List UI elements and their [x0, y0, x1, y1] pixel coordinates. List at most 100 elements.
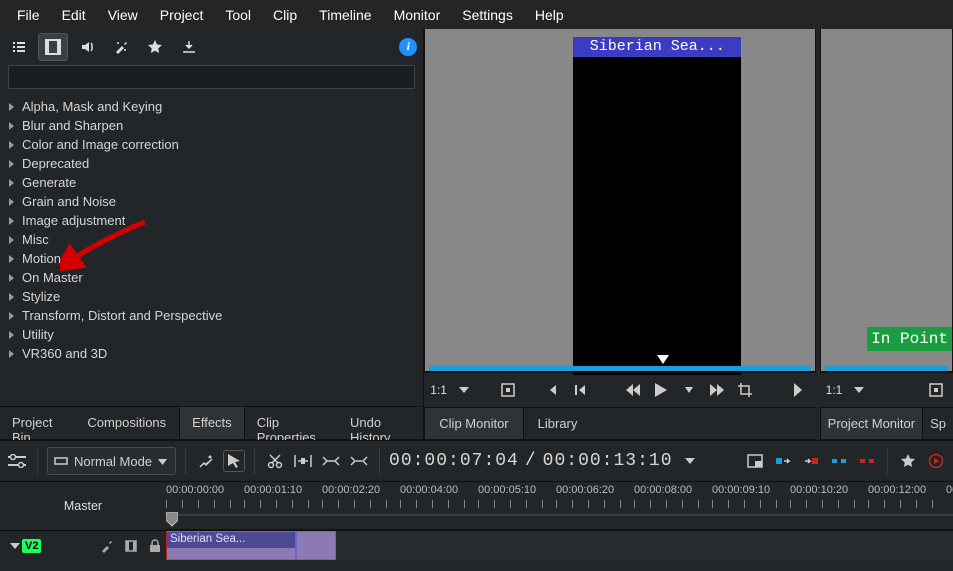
menu-clip[interactable]: Clip — [262, 2, 308, 28]
chevron-down-icon[interactable] — [10, 541, 20, 551]
effects-category[interactable]: Image adjustment — [8, 211, 415, 230]
ruler-tick: 00:00:02:20 — [322, 484, 380, 496]
menu-project[interactable]: Project — [149, 2, 215, 28]
effects-tree[interactable]: Alpha, Mask and Keying Blur and Sharpen … — [0, 93, 423, 406]
menu-view[interactable]: View — [97, 2, 149, 28]
effects-search-input[interactable] — [8, 65, 415, 89]
menu-tool[interactable]: Tool — [214, 2, 262, 28]
effects-category[interactable]: Color and Image correction — [8, 135, 415, 154]
effects-category[interactable]: Blur and Sharpen — [8, 116, 415, 135]
insert-icon[interactable] — [320, 450, 342, 472]
track-effects-icon[interactable] — [96, 535, 118, 557]
render-icon[interactable] — [925, 450, 947, 472]
extract-icon[interactable] — [856, 450, 878, 472]
ruler-tick: 00:00:12:00 — [868, 484, 926, 496]
edit-mode-combo[interactable]: Normal Mode — [47, 447, 176, 475]
skip-in-icon[interactable] — [541, 379, 563, 401]
step-back-icon[interactable] — [569, 379, 591, 401]
menu-timeline[interactable]: Timeline — [308, 2, 382, 28]
effects-icon[interactable] — [106, 33, 136, 61]
list-view-icon[interactable] — [4, 33, 34, 61]
timeline-clip[interactable]: Siberian Sea... — [166, 531, 296, 560]
effects-category[interactable]: Grain and Noise — [8, 192, 415, 211]
download-icon[interactable] — [174, 33, 204, 61]
info-icon[interactable]: i — [399, 38, 417, 56]
favorite-icon[interactable] — [140, 33, 170, 61]
play-dropdown-icon[interactable] — [678, 379, 700, 401]
chevron-right-icon — [8, 293, 18, 301]
playhead-line[interactable] — [166, 531, 167, 560]
clip-range-bar[interactable] — [429, 366, 810, 371]
effects-category[interactable]: Motion — [8, 249, 415, 268]
zone-out-icon[interactable] — [800, 450, 822, 472]
lift-icon[interactable] — [828, 450, 850, 472]
clip-monitor-viewport[interactable]: Siberian Sea... — [424, 29, 815, 372]
timeline-clip[interactable] — [296, 531, 336, 560]
timeline-ruler[interactable]: 00:00:00:00 00:00:01:10 00:00:02:20 00:0… — [166, 482, 953, 530]
favorite-effects-icon[interactable] — [897, 450, 919, 472]
menu-monitor[interactable]: Monitor — [383, 2, 452, 28]
effects-category[interactable]: Deprecated — [8, 154, 415, 173]
rewind-icon[interactable] — [622, 379, 644, 401]
playhead-marker-icon[interactable] — [657, 355, 669, 365]
menu-settings[interactable]: Settings — [451, 2, 524, 28]
ruler-tick: 00:00:00:00 — [166, 484, 224, 496]
tool-select-icon[interactable] — [223, 450, 245, 472]
effects-category[interactable]: On Master — [8, 268, 415, 287]
project-monitor-tabs: Project Monitor Sp — [820, 407, 953, 440]
track-header[interactable]: V2 — [0, 531, 166, 560]
crop-icon[interactable] — [734, 379, 756, 401]
zoom-dropdown-icon[interactable] — [453, 379, 475, 401]
tool-compositions-icon[interactable] — [195, 450, 217, 472]
next-icon[interactable] — [788, 379, 810, 401]
track-body[interactable]: Siberian Sea... — [166, 531, 953, 560]
proxy-icon[interactable] — [744, 450, 766, 472]
timecode-dropdown-icon[interactable] — [679, 450, 701, 472]
in-point-label: In Point — [867, 327, 952, 351]
ruler-tick: 00:00:08:00 — [634, 484, 692, 496]
timecode-display[interactable]: 00:00:07:04 / 00:00:13:10 — [389, 451, 672, 471]
tab-library[interactable]: Library — [524, 408, 592, 439]
film-view-icon[interactable] — [38, 33, 68, 61]
zoom-dropdown-icon[interactable] — [848, 379, 870, 401]
effects-category[interactable]: Utility — [8, 325, 415, 344]
effects-category[interactable]: Generate — [8, 173, 415, 192]
timeline-settings-icon[interactable] — [6, 450, 28, 472]
menu-edit[interactable]: Edit — [51, 2, 97, 28]
set-in-icon[interactable] — [925, 379, 947, 401]
project-monitor-viewport[interactable]: In Point — [820, 29, 953, 372]
tab-project-bin[interactable]: Project Bin — [0, 407, 75, 439]
tab-project-monitor[interactable]: Project Monitor — [820, 408, 923, 439]
chevron-right-icon — [8, 255, 18, 263]
effects-panel: i Alpha, Mask and Keying Blur and Sharpe… — [0, 29, 424, 440]
play-icon[interactable] — [650, 379, 672, 401]
effects-category[interactable]: VR360 and 3D — [8, 344, 415, 363]
tab-clip-monitor[interactable]: Clip Monitor — [424, 408, 523, 439]
effects-category[interactable]: Alpha, Mask and Keying — [8, 97, 415, 116]
master-track-label[interactable]: Master — [0, 482, 166, 530]
track-mute-icon[interactable] — [120, 535, 142, 557]
zone-in-icon[interactable] — [772, 450, 794, 472]
tab-effects[interactable]: Effects — [179, 407, 245, 439]
tab-speed[interactable]: Sp — [923, 408, 953, 439]
ruler-tick: 00:00:01:10 — [244, 484, 302, 496]
menu-help[interactable]: Help — [524, 2, 575, 28]
chevron-right-icon — [8, 122, 18, 130]
tab-clip-properties[interactable]: Clip Properties — [245, 407, 338, 439]
cut-icon[interactable] — [264, 450, 286, 472]
spacer-icon[interactable] — [292, 450, 314, 472]
project-range-bar[interactable] — [825, 366, 948, 371]
track-lock-icon[interactable] — [144, 535, 166, 557]
audio-icon[interactable] — [72, 33, 102, 61]
tab-undo-history[interactable]: Undo History — [338, 407, 423, 439]
playhead-icon[interactable] — [166, 512, 178, 530]
effects-category[interactable]: Misc — [8, 230, 415, 249]
tab-compositions[interactable]: Compositions — [75, 407, 179, 439]
effects-category[interactable]: Transform, Distort and Perspective — [8, 306, 415, 325]
forward-icon[interactable] — [706, 379, 728, 401]
set-in-icon[interactable] — [497, 379, 519, 401]
effects-category[interactable]: Stylize — [8, 287, 415, 306]
chevron-right-icon — [8, 312, 18, 320]
overwrite-icon[interactable] — [348, 450, 370, 472]
menu-file[interactable]: File — [6, 2, 51, 28]
